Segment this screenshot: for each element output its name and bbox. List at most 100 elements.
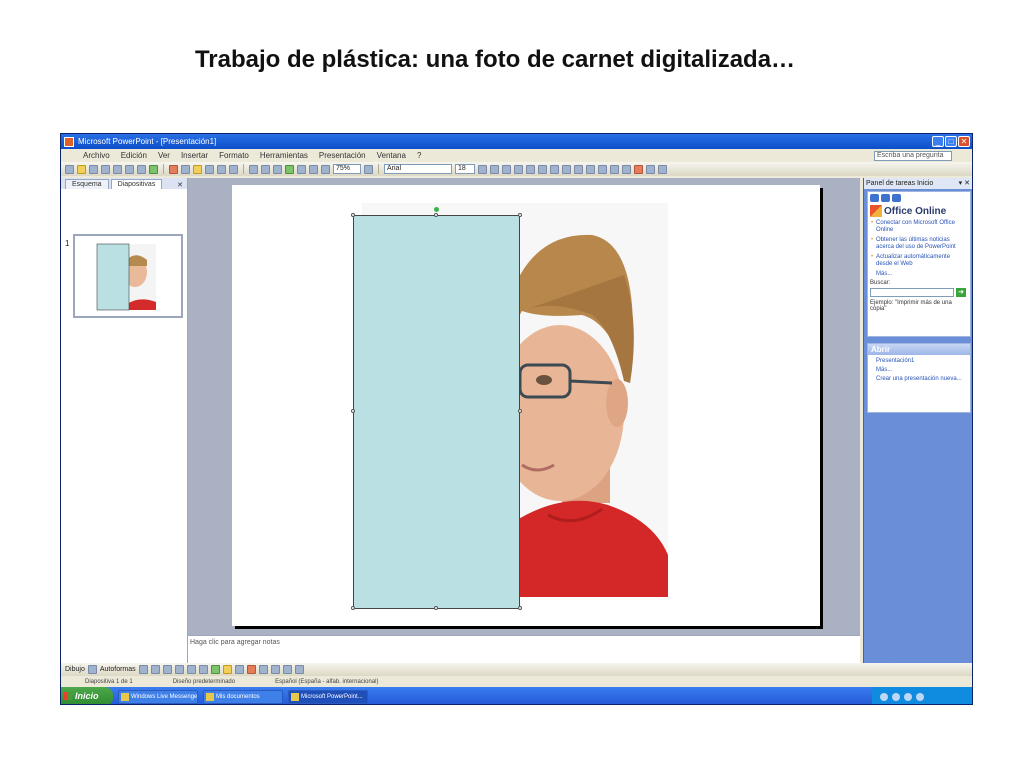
taskbar-my-documents[interactable]: Mis documentos bbox=[203, 689, 283, 704]
fill-color-icon[interactable] bbox=[222, 665, 232, 674]
menu-insertar[interactable]: Insertar bbox=[181, 151, 208, 160]
print-icon[interactable] bbox=[125, 164, 134, 174]
font-color-icon[interactable] bbox=[634, 164, 643, 174]
menu-help[interactable]: ? bbox=[417, 151, 421, 160]
close-button[interactable]: ✕ bbox=[958, 136, 970, 147]
insert-picture-icon[interactable] bbox=[285, 164, 294, 174]
shadow-style-icon[interactable] bbox=[282, 665, 292, 674]
tab-outline[interactable]: Esquema bbox=[65, 179, 109, 189]
show-formatting-icon[interactable] bbox=[309, 164, 318, 174]
back-icon[interactable] bbox=[870, 194, 879, 202]
rectangle-icon[interactable] bbox=[162, 665, 172, 674]
draw-menu-button[interactable]: Dibujo bbox=[65, 666, 85, 673]
clipart-icon[interactable] bbox=[210, 665, 220, 674]
underline-icon[interactable] bbox=[502, 164, 511, 174]
paste-icon[interactable] bbox=[193, 164, 202, 174]
search-go-button[interactable]: ➜ bbox=[956, 288, 966, 297]
align-right-icon[interactable] bbox=[550, 164, 559, 174]
slide-canvas[interactable] bbox=[232, 185, 820, 626]
resize-handle-ne[interactable] bbox=[518, 213, 522, 217]
menu-ver[interactable]: Ver bbox=[158, 151, 170, 160]
resize-handle-s[interactable] bbox=[434, 606, 438, 610]
font-color-icon[interactable] bbox=[246, 665, 256, 674]
insert-chart-icon[interactable] bbox=[249, 164, 258, 174]
menu-archivo[interactable]: Archivo bbox=[83, 151, 110, 160]
taskbar-powerpoint[interactable]: Microsoft PowerPoint... bbox=[288, 689, 368, 704]
slide-thumbnail[interactable] bbox=[73, 234, 183, 318]
tray-volume-icon[interactable] bbox=[892, 692, 900, 701]
close-icon[interactable]: ▾ ✕ bbox=[959, 178, 972, 189]
textbox-icon[interactable] bbox=[186, 665, 196, 674]
resize-handle-se[interactable] bbox=[518, 606, 522, 610]
line-color-icon[interactable] bbox=[234, 665, 244, 674]
menu-ventana[interactable]: Ventana bbox=[377, 151, 406, 160]
undo-icon[interactable] bbox=[217, 164, 226, 174]
save-icon[interactable] bbox=[89, 164, 98, 174]
open-more-link[interactable]: Más... bbox=[868, 367, 970, 373]
italic-icon[interactable] bbox=[490, 164, 499, 174]
start-button[interactable]: Inicio bbox=[61, 687, 113, 704]
zoom-select[interactable]: 75% bbox=[333, 164, 361, 174]
tray-network-icon[interactable] bbox=[880, 692, 888, 701]
resize-handle-sw[interactable] bbox=[351, 606, 355, 610]
decrease-indent-icon[interactable] bbox=[610, 164, 619, 174]
taskbar-messenger[interactable]: Windows Live Messenger bbox=[118, 689, 198, 704]
link-auto-update[interactable]: Actualizar automáticamente desde el Web bbox=[870, 254, 968, 268]
menu-herramientas[interactable]: Herramientas bbox=[260, 151, 308, 160]
close-icon[interactable]: ✕ bbox=[177, 181, 183, 189]
wordart-icon[interactable] bbox=[198, 665, 208, 674]
design-icon[interactable] bbox=[646, 164, 655, 174]
tables-borders-icon[interactable] bbox=[273, 164, 282, 174]
email-icon[interactable] bbox=[113, 164, 122, 174]
3d-style-icon[interactable] bbox=[294, 665, 304, 674]
link-connect-office[interactable]: Conectar con Microsoft Office Online bbox=[870, 220, 968, 234]
copy-icon[interactable] bbox=[181, 164, 190, 174]
font-name-select[interactable]: Arial bbox=[384, 164, 452, 174]
resize-handle-w[interactable] bbox=[351, 409, 355, 413]
rotate-handle[interactable] bbox=[434, 207, 439, 212]
search-input[interactable] bbox=[870, 288, 954, 297]
help-icon[interactable] bbox=[364, 164, 373, 174]
cut-icon[interactable] bbox=[169, 164, 178, 174]
spelling-icon[interactable] bbox=[149, 164, 158, 174]
dash-style-icon[interactable] bbox=[270, 665, 280, 674]
resize-handle-nw[interactable] bbox=[351, 213, 355, 217]
line-icon[interactable] bbox=[138, 665, 148, 674]
title-bar[interactable]: Microsoft PowerPoint - [Presentación1] _… bbox=[61, 134, 972, 149]
tray-security-icon[interactable] bbox=[904, 692, 912, 701]
blue-rectangle-shape[interactable] bbox=[353, 215, 520, 609]
autoshapes-button[interactable]: Autoformas bbox=[100, 666, 136, 673]
font-size-select[interactable]: 18 bbox=[455, 164, 475, 174]
menu-edicion[interactable]: Edición bbox=[121, 151, 147, 160]
new-slide-icon[interactable] bbox=[658, 164, 667, 174]
minimize-button[interactable]: _ bbox=[932, 136, 944, 147]
menu-formato[interactable]: Formato bbox=[219, 151, 249, 160]
tab-slides[interactable]: Diapositivas bbox=[110, 179, 163, 189]
open-folder-icon[interactable] bbox=[77, 164, 86, 174]
numbering-icon[interactable] bbox=[562, 164, 571, 174]
new-icon[interactable] bbox=[65, 164, 74, 174]
increase-font-icon[interactable] bbox=[586, 164, 595, 174]
shadow-icon[interactable] bbox=[514, 164, 523, 174]
tray-messenger-icon[interactable] bbox=[916, 692, 924, 701]
oval-icon[interactable] bbox=[174, 665, 184, 674]
select-arrow-icon[interactable] bbox=[87, 665, 97, 674]
align-center-icon[interactable] bbox=[538, 164, 547, 174]
bullets-icon[interactable] bbox=[574, 164, 583, 174]
bold-icon[interactable] bbox=[478, 164, 487, 174]
resize-handle-e[interactable] bbox=[518, 409, 522, 413]
redo-icon[interactable] bbox=[229, 164, 238, 174]
maximize-button[interactable]: □ bbox=[945, 136, 957, 147]
align-left-icon[interactable] bbox=[526, 164, 535, 174]
format-painter-icon[interactable] bbox=[205, 164, 214, 174]
insert-table-icon[interactable] bbox=[261, 164, 270, 174]
help-search-input[interactable]: Escriba una pregunta bbox=[874, 150, 952, 161]
expand-icon[interactable] bbox=[297, 164, 306, 174]
increase-indent-icon[interactable] bbox=[622, 164, 631, 174]
arrow-icon[interactable] bbox=[150, 665, 160, 674]
link-latest-news[interactable]: Obtener las últimas noticias acerca del … bbox=[870, 237, 968, 251]
notes-field[interactable]: Haga clic para agregar notas bbox=[188, 635, 860, 663]
forward-icon[interactable] bbox=[881, 194, 890, 202]
link-more[interactable]: Más... bbox=[870, 271, 968, 277]
recent-file-item[interactable]: Presentación1 bbox=[868, 358, 970, 364]
